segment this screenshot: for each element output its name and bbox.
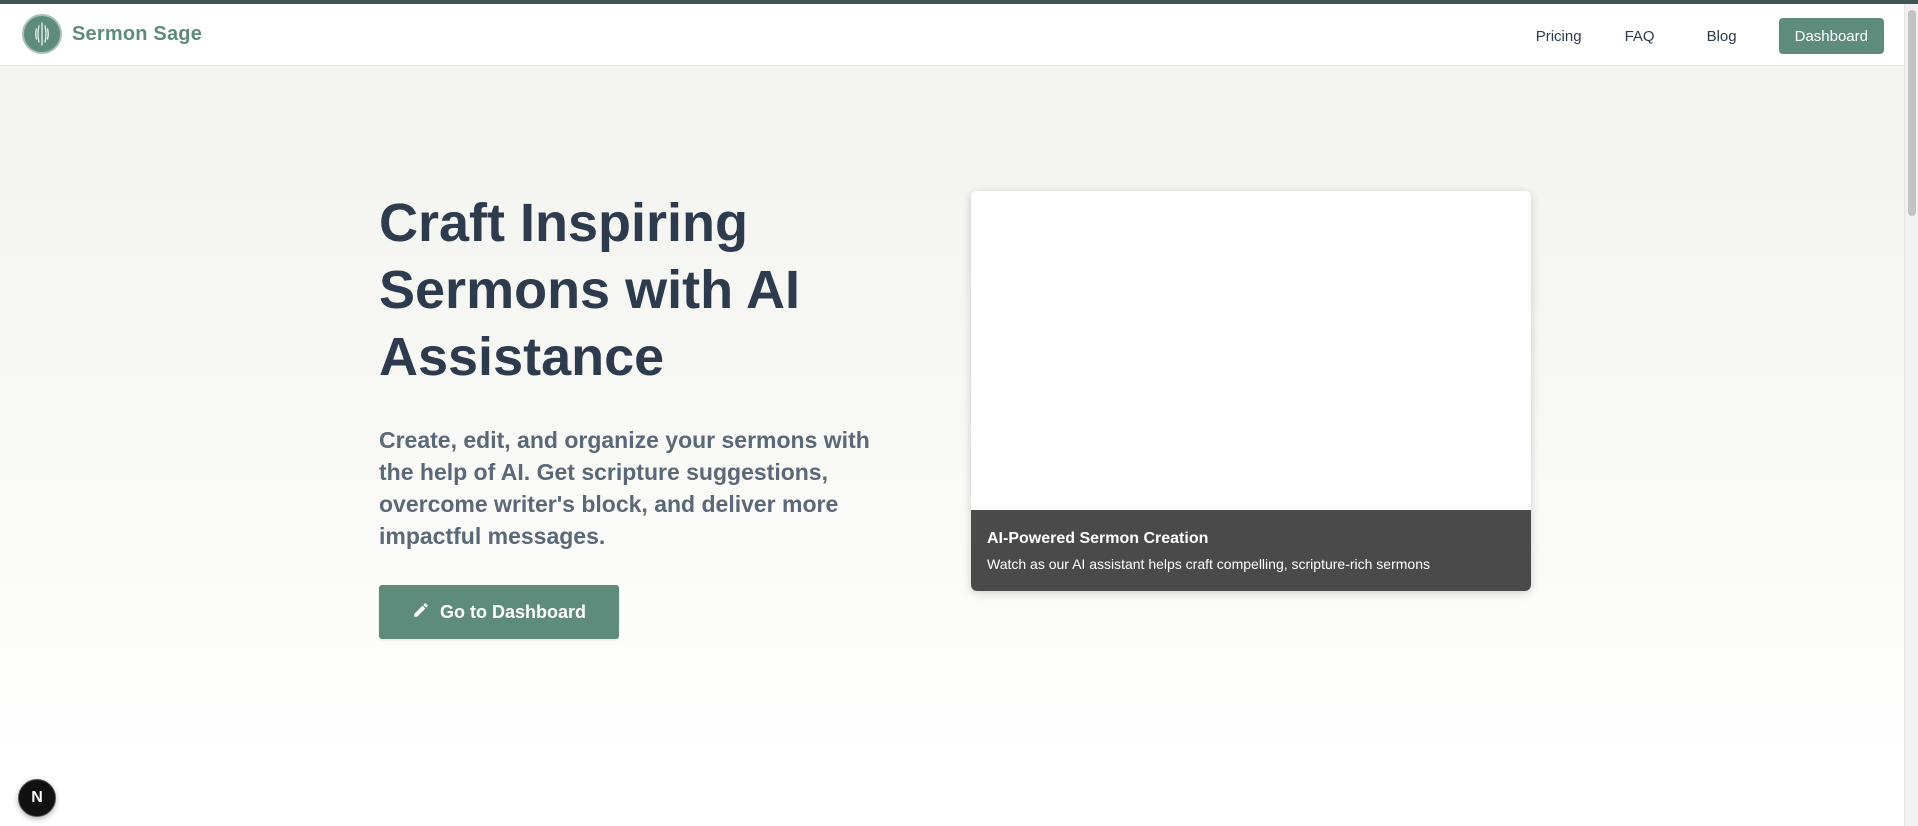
go-to-dashboard-button[interactable]: Go to Dashboard [379, 585, 619, 639]
scrollbar-thumb[interactable] [1908, 10, 1916, 216]
hero-title: Craft Inspiring Sermons with AI Assistan… [379, 193, 801, 387]
video-caption: AI-Powered Sermon Creation Watch as our … [971, 510, 1531, 591]
nav-link-blog[interactable]: Blog [1707, 28, 1737, 45]
nav-link-faq[interactable]: FAQ [1625, 28, 1655, 45]
brand[interactable]: Sermon Sage [22, 14, 202, 54]
brand-name: Sermon Sage [72, 22, 203, 45]
caption-description: Watch as our AI assistant helps craft co… [987, 556, 1430, 572]
dashboard-button[interactable]: Dashboard [1778, 18, 1884, 54]
navbar: Sermon Sage Pricing FAQ Blog Dashboard [0, 4, 1914, 66]
nav-links: Pricing FAQ Blog Dashboard [1536, 18, 1884, 54]
caption-title: AI-Powered Sermon Creation [987, 530, 1209, 547]
video-card: AI-Powered Sermon Creation Watch as our … [971, 191, 1531, 591]
landing-page: Sermon Sage Pricing FAQ Blog Dashboard C… [0, 0, 1918, 826]
dev-tools-badge[interactable]: N [18, 779, 56, 817]
nextjs-logo-icon: N [31, 789, 43, 806]
go-to-dashboard-label: Go to Dashboard [439, 601, 586, 622]
nav-link-pricing[interactable]: Pricing [1536, 28, 1582, 45]
scrollbar[interactable] [1904, 4, 1918, 826]
hero-subtitle: Create, edit, and organize your sermons … [379, 427, 870, 549]
wheat-leaf-icon [22, 14, 62, 54]
video-player[interactable] [971, 191, 1531, 510]
pencil-icon [412, 601, 430, 624]
